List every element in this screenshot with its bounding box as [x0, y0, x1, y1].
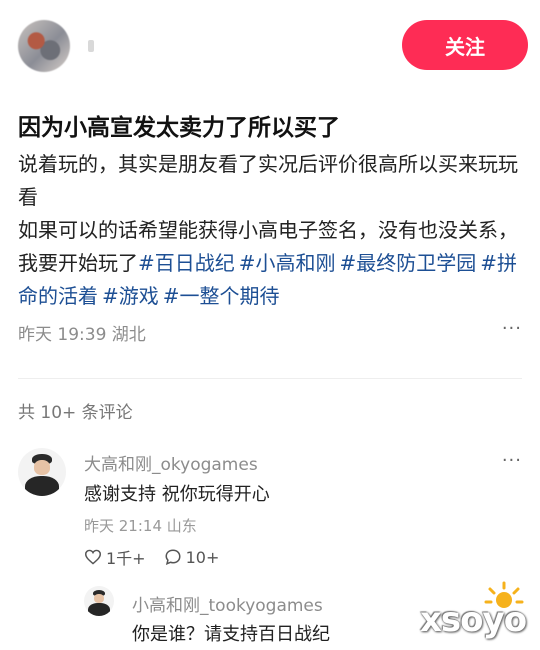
comment-text: 感谢支持 祝你玩得开心	[84, 484, 270, 505]
hashtag-link[interactable]: #一整个期待	[163, 284, 280, 308]
reply-author[interactable]: 小高和刚_tookyogames	[132, 591, 323, 616]
author-name-blurred	[88, 40, 94, 52]
comment-reply-button[interactable]: 10+	[164, 547, 220, 567]
post-body: 说着玩的，其实是朋友看了实况后评价很高所以买来玩玩看 如果可以的话希望能获得小高…	[18, 148, 526, 313]
avatar-shirt	[24, 475, 60, 496]
comment-like-count: 1千+	[106, 549, 146, 568]
commenter-avatar[interactable]	[18, 448, 66, 496]
hashtag-link[interactable]: #百日战纪	[138, 251, 235, 275]
comment-meta: 昨天 21:14 山东	[84, 517, 197, 535]
author-avatar[interactable]	[18, 20, 70, 72]
comment-author[interactable]: 大高和刚_okyogames	[84, 450, 258, 475]
divider	[18, 378, 522, 379]
avatar-shirt	[88, 603, 110, 616]
comment-like-button[interactable]: 1千+	[84, 545, 146, 569]
hashtag-link[interactable]: #游戏	[102, 284, 159, 308]
reply-text: 你是谁？请支持百日战纪	[132, 624, 330, 645]
comment-count: 共 10+ 条评论	[18, 403, 133, 423]
post-meta: 昨天 19:39 湖北	[18, 325, 146, 345]
watermark-logo: xsoyo	[420, 580, 530, 640]
post-body-line1: 说着玩的，其实是朋友看了实况后评价很高所以买来玩玩看	[18, 152, 518, 209]
watermark-text: xsoyo	[420, 600, 527, 640]
reply-avatar[interactable]	[84, 586, 114, 616]
avatar-face	[93, 593, 105, 603]
post-title: 因为小高宣发太卖力了所以买了	[18, 115, 340, 141]
comment-reply-count: 10+	[185, 547, 220, 567]
hashtag-link[interactable]: #小高和刚	[239, 251, 336, 275]
hashtag-link[interactable]: #最终防卫学园	[340, 251, 477, 275]
speech-bubble-icon	[165, 549, 181, 566]
comment-actions: 1千+ 10+	[84, 545, 219, 569]
follow-button[interactable]: 关注	[402, 20, 528, 70]
heart-icon	[84, 549, 102, 565]
post-more-icon[interactable]: ···	[502, 318, 522, 339]
post-header: 关注	[0, 0, 540, 96]
comment-more-icon[interactable]: ···	[502, 450, 522, 471]
avatar-face	[33, 460, 51, 475]
